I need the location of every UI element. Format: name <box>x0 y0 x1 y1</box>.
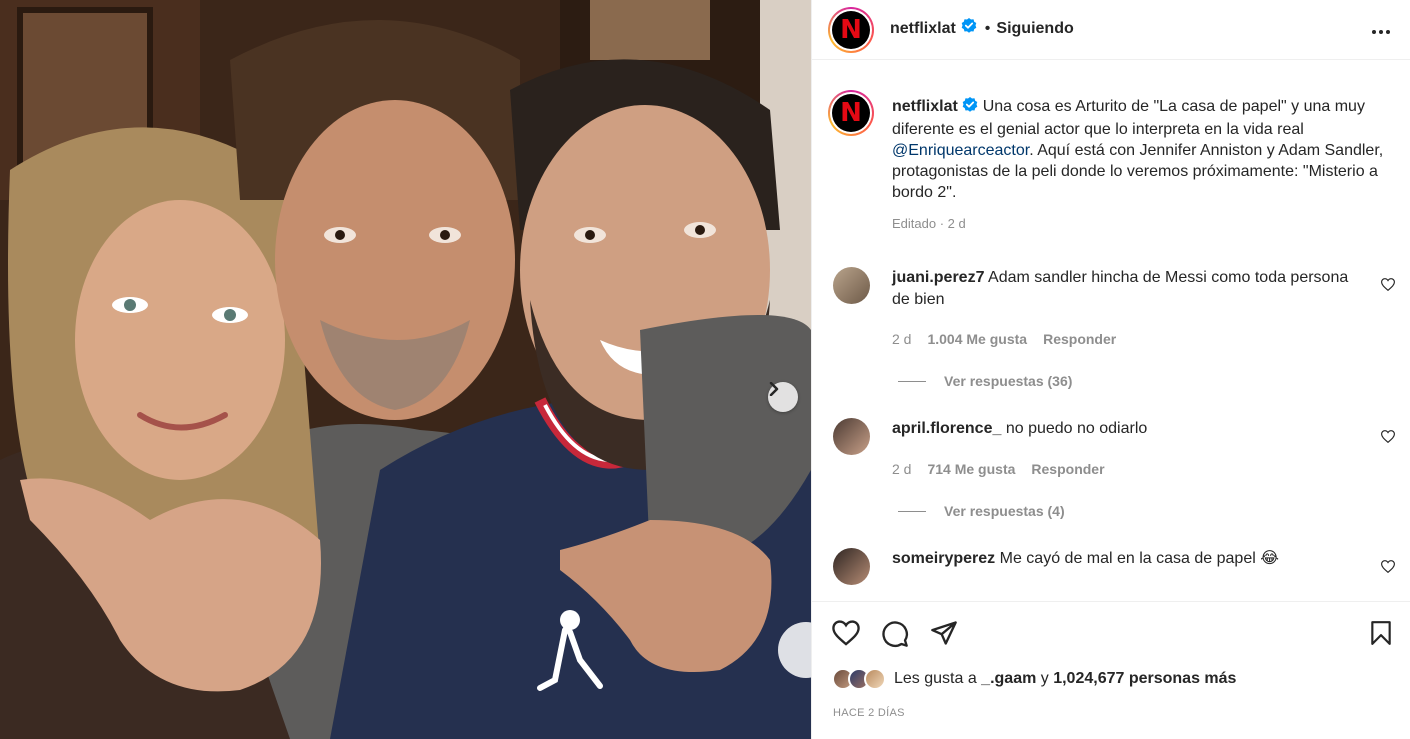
comment-time: 2 d <box>892 331 912 347</box>
replies-divider <box>898 380 926 382</box>
share-send-icon[interactable] <box>930 620 958 651</box>
account-username[interactable]: netflixlat <box>890 20 956 38</box>
like-comment-heart-icon[interactable] <box>1380 560 1396 578</box>
photo-illustration <box>0 0 811 739</box>
post-caption: netflixlat Una cosa es Arturito de "La c… <box>892 96 1397 234</box>
view-replies-label: Ver respuestas (4) <box>944 503 1065 519</box>
view-replies-button[interactable]: Ver respuestas (4) <box>898 503 1065 519</box>
comment-bubble-icon[interactable] <box>881 620 909 653</box>
post-date: HACE 2 DÍAS <box>833 707 905 719</box>
comment-username[interactable]: april.florence_ <box>892 420 1001 437</box>
post-header: N netflixlat • Siguiendo <box>812 0 1410 60</box>
caption-avatar[interactable]: N <box>828 90 874 136</box>
more-options-button[interactable] <box>1371 22 1391 40</box>
likes-prefix: Les gusta a <box>894 670 982 687</box>
post-actions-bar: Les gusta a _.gaam y 1,024,677 personas … <box>812 601 1410 739</box>
caption-username[interactable]: netflixlat <box>892 98 958 115</box>
verified-badge-icon <box>961 18 977 39</box>
view-replies-button[interactable]: Ver respuestas (36) <box>898 373 1072 389</box>
save-bookmark-icon[interactable] <box>1369 620 1393 651</box>
comment-likes[interactable]: 1.004 Me gusta <box>927 331 1027 347</box>
likes-count-link[interactable]: 1,024,677 personas más <box>1053 670 1236 688</box>
separator-dot: • <box>984 19 991 37</box>
comment-text: no puedo no odiarlo <box>1005 420 1148 437</box>
more-dots-icon <box>1371 22 1391 39</box>
comment-text: Me cayó de mal en la casa de papel <box>999 550 1256 567</box>
reply-button[interactable]: Responder <box>1043 331 1116 347</box>
caption-mention-link[interactable]: @Enriquearceactor <box>892 142 1029 159</box>
view-replies-label: Ver respuestas (36) <box>944 373 1073 389</box>
account-avatar[interactable]: N <box>828 7 874 53</box>
reply-button[interactable]: Responder <box>1031 461 1104 477</box>
next-image-button[interactable] <box>768 382 798 412</box>
likes-user-link[interactable]: _.gaam <box>981 670 1036 688</box>
comment-username[interactable]: someiryperez <box>892 550 995 567</box>
likes-summary: Les gusta a _.gaam y 1,024,677 personas … <box>832 668 1236 690</box>
comment-body: april.florence_ no puedo no odiarlo <box>892 418 1362 440</box>
comment-body: someiryperez Me cayó de mal en la casa d… <box>892 548 1362 570</box>
comment-time: 2 d <box>892 461 912 477</box>
commenter-avatar[interactable] <box>833 267 870 304</box>
comment-body: juani.perez7 Adam sandler hincha de Mess… <box>892 267 1362 311</box>
netflix-logo: N <box>840 98 862 128</box>
liker-avatar <box>864 668 886 690</box>
liker-avatars <box>832 668 886 690</box>
comment-meta: 2 d 714 Me gusta Responder <box>892 461 1105 477</box>
commenter-avatar[interactable] <box>833 418 870 455</box>
following-button[interactable]: Siguiendo <box>996 20 1073 38</box>
comment-username[interactable]: juani.perez7 <box>892 269 984 286</box>
netflix-logo: N <box>840 15 862 45</box>
caption-meta: Editado · 2 d <box>892 216 966 231</box>
comment-likes[interactable]: 714 Me gusta <box>927 461 1015 477</box>
likes-middle: y <box>1036 670 1054 687</box>
verified-badge-icon <box>962 97 978 119</box>
like-comment-heart-icon[interactable] <box>1380 278 1396 296</box>
comment-meta: 2 d 1.004 Me gusta Responder <box>892 331 1116 347</box>
commenter-avatar[interactable] <box>833 548 870 585</box>
comments-section[interactable]: N netflixlat Una cosa es Arturito de "La… <box>812 61 1410 601</box>
post-photo <box>0 0 811 739</box>
like-comment-heart-icon[interactable] <box>1380 430 1396 448</box>
post-side-panel: N netflixlat • Siguiendo N netflixlat Un… <box>811 0 1410 739</box>
replies-divider <box>898 510 926 512</box>
like-heart-icon[interactable] <box>832 620 860 651</box>
laughing-emoji: 😂 <box>1260 550 1279 567</box>
